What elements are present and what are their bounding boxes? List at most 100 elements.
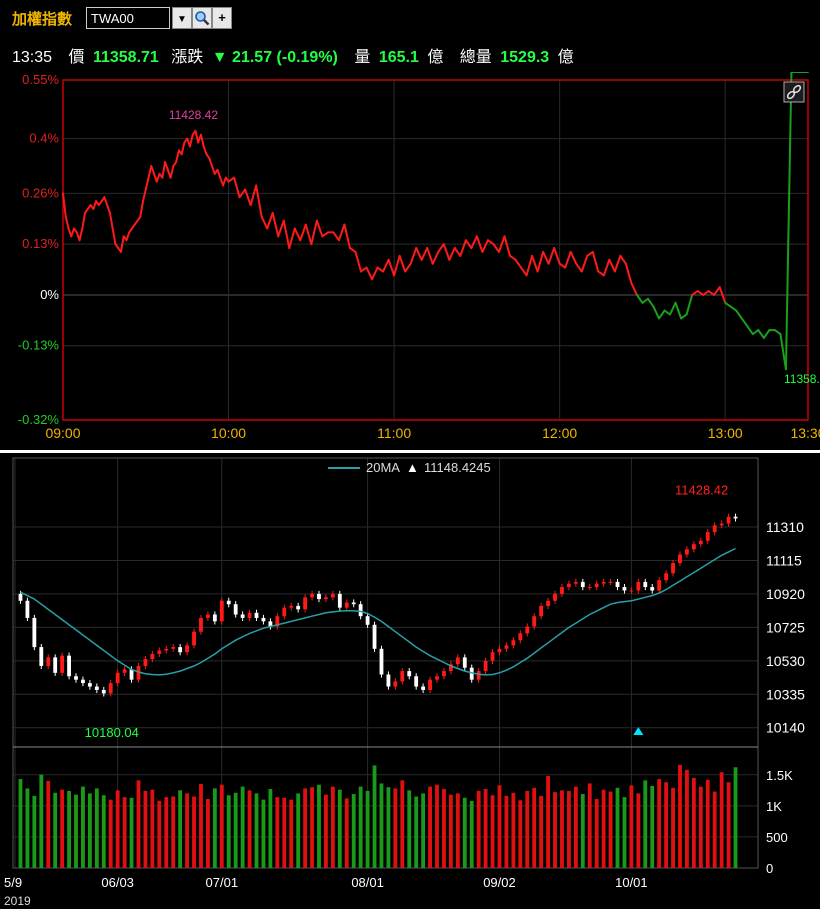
candle-body bbox=[303, 597, 308, 610]
volume-bar bbox=[101, 795, 106, 868]
candle-body bbox=[192, 631, 196, 646]
volume-bar bbox=[178, 790, 183, 868]
candle-body bbox=[330, 593, 335, 598]
intraday-line-segment bbox=[669, 301, 677, 316]
intraday-line-segment bbox=[569, 250, 578, 265]
intraday-line-segment bbox=[169, 164, 175, 179]
candle-body bbox=[157, 650, 162, 654]
candle-body bbox=[282, 607, 287, 617]
intraday-line-segment bbox=[119, 235, 125, 253]
intraday-line-segment bbox=[459, 239, 467, 257]
volume-bar bbox=[691, 777, 696, 868]
link-button[interactable] bbox=[783, 81, 805, 103]
intraday-peak-label: 11428.42 bbox=[169, 108, 218, 122]
volume-unit: 億 bbox=[427, 49, 444, 66]
volume-bar bbox=[344, 798, 349, 868]
symbol-dropdown-button[interactable]: ▼ bbox=[172, 7, 192, 29]
volume-bars bbox=[18, 764, 738, 868]
intraday-line-segment bbox=[382, 258, 390, 273]
volume-bar bbox=[303, 788, 308, 868]
volume-bar bbox=[18, 779, 23, 868]
intraday-line-segment bbox=[277, 219, 285, 238]
candle-body bbox=[567, 583, 571, 588]
volume-bar bbox=[386, 787, 391, 868]
add-button[interactable]: + bbox=[212, 7, 232, 29]
intraday-line-segment bbox=[64, 215, 70, 230]
volume-bar bbox=[261, 799, 266, 868]
candle-body bbox=[129, 669, 134, 680]
candle-body bbox=[171, 647, 176, 649]
volume-value: 165.1 bbox=[378, 49, 419, 66]
volume-bar bbox=[580, 794, 585, 868]
intraday-line-segment bbox=[773, 329, 782, 336]
intraday-line-segment bbox=[337, 223, 346, 242]
candle-body bbox=[261, 617, 266, 622]
intraday-x-tick: 13:30 bbox=[790, 425, 820, 441]
candle-body bbox=[587, 587, 592, 589]
volume-bar bbox=[560, 790, 564, 868]
intraday-line-segment bbox=[525, 254, 534, 277]
candle-body bbox=[421, 686, 426, 690]
volume-bar bbox=[233, 792, 238, 868]
intraday-line-segment bbox=[249, 184, 258, 207]
intraday-line-segment bbox=[784, 72, 793, 371]
volume-bar bbox=[504, 795, 509, 868]
candle-body bbox=[685, 549, 689, 555]
candle-body bbox=[594, 583, 599, 588]
candle-body bbox=[539, 605, 544, 617]
daily-x-tick: 09/02 bbox=[483, 875, 516, 890]
intraday-line-segment bbox=[630, 282, 638, 296]
daily-y-tick: 10920 bbox=[766, 586, 805, 602]
volume-bar bbox=[629, 785, 634, 868]
intraday-line-segment bbox=[348, 247, 357, 253]
volume-bar bbox=[622, 797, 627, 868]
ma-line bbox=[20, 547, 736, 676]
candle-body bbox=[39, 647, 44, 666]
intraday-line-segment bbox=[144, 176, 150, 191]
intraday-x-tick: 12:00 bbox=[542, 425, 577, 441]
volume-bar bbox=[317, 784, 321, 868]
year-label: 2019 bbox=[4, 894, 31, 908]
candle-body bbox=[560, 587, 564, 594]
search-button[interactable] bbox=[192, 7, 212, 29]
candle-body bbox=[25, 600, 30, 618]
volume-bar bbox=[442, 789, 446, 868]
intraday-line-segment bbox=[536, 250, 545, 273]
intraday-line-segment bbox=[509, 254, 517, 261]
volume-bar bbox=[726, 782, 731, 868]
volume-bar bbox=[81, 786, 85, 868]
quote-time: 13:35 bbox=[12, 49, 53, 66]
candle-body bbox=[615, 581, 620, 588]
candle-body bbox=[358, 604, 363, 617]
candle-body bbox=[226, 600, 231, 605]
candle-body bbox=[74, 676, 78, 680]
intraday-line-segment bbox=[244, 188, 252, 207]
candle-body bbox=[87, 683, 92, 687]
candle-body bbox=[317, 593, 321, 600]
volume-bar bbox=[136, 780, 141, 868]
volume-bar bbox=[518, 800, 523, 868]
intraday-chart: 0.55%0.4%0.26%0.13%0%-0.13%-0.32% 09:00 1… bbox=[18, 72, 820, 441]
symbol-input[interactable]: TWA00 bbox=[86, 7, 170, 29]
candle-body bbox=[150, 653, 155, 660]
candle-body bbox=[733, 516, 738, 519]
candle-body bbox=[650, 587, 655, 591]
volume-bar bbox=[601, 789, 606, 868]
candle-body bbox=[428, 679, 432, 690]
intraday-x-tick: 09:00 bbox=[45, 425, 80, 441]
volume-bar bbox=[157, 800, 162, 868]
candle-body bbox=[324, 597, 328, 600]
intraday-line-segment bbox=[729, 305, 738, 312]
candle-body bbox=[442, 671, 446, 677]
intraday-line-segment bbox=[365, 266, 374, 281]
candle-body bbox=[483, 660, 488, 672]
intraday-line-segment bbox=[448, 247, 456, 261]
intraday-x-tick: 13:00 bbox=[708, 425, 743, 441]
intraday-line-segment bbox=[514, 258, 523, 269]
candle-body bbox=[372, 624, 377, 649]
intraday-last-label: 11358.7 bbox=[784, 372, 820, 386]
index-title: 加權指數 bbox=[12, 11, 73, 28]
intraday-line-segment bbox=[222, 176, 227, 187]
volume-bar bbox=[539, 795, 544, 868]
min-price-label: 10180.04 bbox=[85, 725, 139, 740]
